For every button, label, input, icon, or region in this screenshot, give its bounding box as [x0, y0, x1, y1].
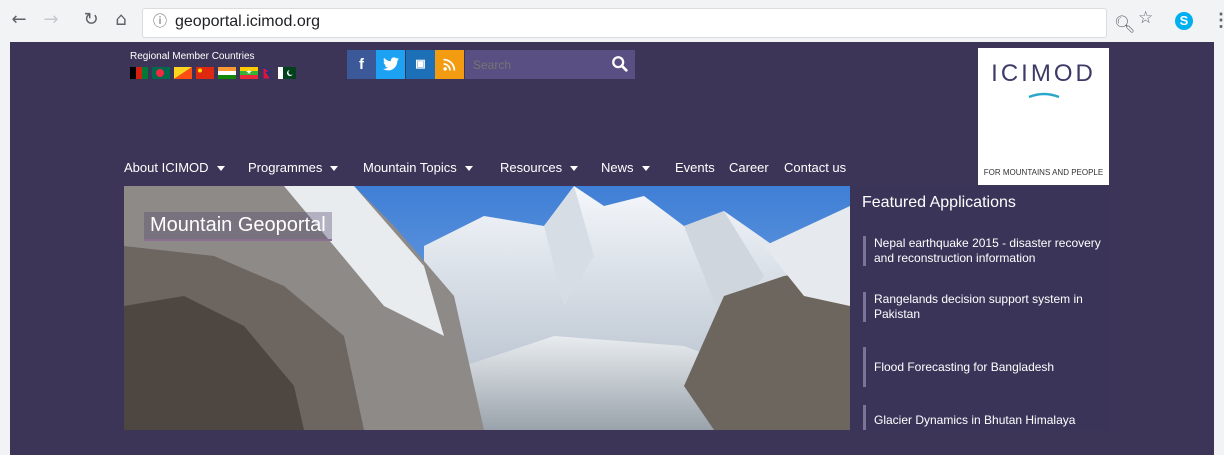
zoom-icon[interactable]: 🔍︎: [1114, 15, 1136, 35]
featured-applications-panel: Featured Applications Nepal earthquake 2…: [850, 186, 1109, 430]
chevron-down-icon: [464, 166, 473, 172]
chevron-down-icon: [641, 166, 650, 172]
chevron-down-icon: [330, 166, 339, 172]
chevron-down-icon: [570, 166, 579, 172]
featured-item-flood-forecasting[interactable]: Flood Forecasting for Bangladesh: [863, 347, 1109, 387]
info-icon[interactable]: ⓘ: [153, 14, 169, 30]
nav-item-about[interactable]: About ICIMOD: [124, 160, 225, 175]
afghanistan-flag-icon[interactable]: [130, 67, 148, 79]
search-input[interactable]: [465, 50, 605, 79]
site-search: [465, 50, 635, 79]
nepal-flag-icon[interactable]: [263, 67, 272, 79]
logo-tagline: FOR MOUNTAINS AND PEOPLE: [983, 168, 1104, 177]
nav-item-events[interactable]: Events: [675, 160, 715, 175]
url-text: geoportal.icimod.org: [175, 13, 320, 30]
icimod-logo[interactable]: ICIMOD FOR MOUNTAINS AND PEOPLE: [978, 48, 1109, 185]
back-icon[interactable]: ←: [8, 9, 30, 31]
rss-icon[interactable]: [435, 50, 464, 79]
pakistan-flag-icon[interactable]: [278, 67, 296, 79]
bhutan-flag-icon[interactable]: [174, 67, 192, 79]
hero-banner[interactable]: Mountain Geoportal: [124, 186, 850, 430]
browser-toolbar: ← → ↻ ⌂ ⓘ geoportal.icimod.org 🔍︎ ☆ S ⋮: [0, 0, 1224, 42]
featured-item-glacier-dynamics[interactable]: Glacier Dynamics in Bhutan Himalaya: [863, 405, 1109, 430]
twitter-icon[interactable]: [376, 50, 405, 79]
webpage: Regional Member Countries f ▣ ICIMOD FOR…: [10, 42, 1214, 455]
nav-item-programmes[interactable]: Programmes: [248, 160, 339, 175]
featured-item-rangelands[interactable]: Rangelands decision support system in Pa…: [863, 292, 1109, 322]
menu-icon[interactable]: ⋮: [1212, 10, 1224, 31]
search-icon[interactable]: [611, 55, 629, 73]
facebook-icon[interactable]: f: [347, 50, 376, 79]
hero-title: Mountain Geoportal: [144, 212, 332, 241]
myanmar-flag-icon[interactable]: [240, 67, 258, 79]
china-flag-icon[interactable]: [196, 67, 214, 79]
forward-icon[interactable]: →: [40, 9, 62, 31]
regional-member-countries-label: Regional Member Countries: [130, 51, 255, 62]
nav-item-career[interactable]: Career: [729, 160, 769, 175]
star-icon[interactable]: ☆: [1138, 8, 1153, 28]
nav-item-resources[interactable]: Resources: [500, 160, 579, 175]
nav-item-news[interactable]: News: [601, 160, 650, 175]
reload-icon[interactable]: ↻: [80, 9, 102, 31]
nav-item-contact[interactable]: Contact us: [784, 160, 846, 175]
logo-swoosh-icon: [1028, 92, 1060, 99]
home-icon[interactable]: ⌂: [110, 9, 132, 31]
bangladesh-flag-icon[interactable]: [152, 67, 170, 79]
india-flag-icon[interactable]: [218, 67, 236, 79]
youtube-icon[interactable]: ▣: [406, 50, 435, 79]
featured-item-nepal-earthquake[interactable]: Nepal earthquake 2015 - disaster recover…: [863, 236, 1109, 266]
featured-title: Featured Applications: [862, 194, 1016, 211]
logo-text: ICIMOD: [991, 60, 1096, 87]
nav-item-mountain-topics[interactable]: Mountain Topics: [363, 160, 473, 175]
address-bar[interactable]: ⓘ geoportal.icimod.org 🔍︎: [142, 8, 1136, 38]
chevron-down-icon: [216, 166, 225, 172]
skype-icon[interactable]: S: [1175, 12, 1193, 30]
